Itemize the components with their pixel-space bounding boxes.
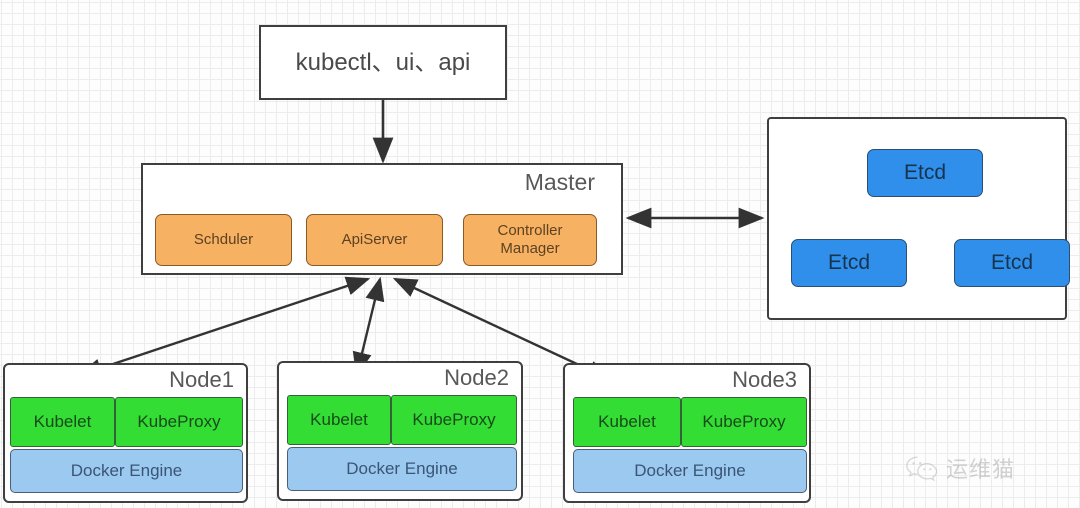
master-component-apiserver[interactable]: ApiServer <box>306 214 443 266</box>
client-tools-box[interactable]: kubectl、ui、api <box>259 25 507 100</box>
node1-kubelet[interactable]: Kubelet <box>10 397 115 447</box>
node3-kubeproxy-label: KubeProxy <box>702 412 786 431</box>
etcd-node-top[interactable]: Etcd <box>867 149 983 197</box>
watermark-text: 运维猫 <box>946 457 1016 482</box>
diagram-canvas: kubectl、ui、api Master Schduler ApiServer… <box>0 0 1080 508</box>
etcd-left-label: Etcd <box>827 250 871 274</box>
node1-docker-label: Docker Engine <box>70 461 183 480</box>
node2-kubeproxy-label: KubeProxy <box>412 410 496 429</box>
node2-docker-engine[interactable]: Docker Engine <box>287 447 517 491</box>
node3-kubeproxy[interactable]: KubeProxy <box>681 397 807 447</box>
node3-title: Node3 <box>732 367 797 392</box>
controller-manager-line2: Manager <box>500 240 560 257</box>
worker-node-3-box[interactable]: Node3 Kubelet KubeProxy Docker Engine <box>563 363 811 503</box>
node3-docker-label: Docker Engine <box>634 461 746 480</box>
node3-kubelet-label: Kubelet <box>598 412 656 431</box>
node2-kubelet[interactable]: Kubelet <box>287 395 391 445</box>
worker-node-2-box[interactable]: Node2 Kubelet KubeProxy Docker Engine <box>277 361 523 501</box>
node3-kubelet[interactable]: Kubelet <box>573 397 681 447</box>
node3-docker-engine[interactable]: Docker Engine <box>573 449 807 493</box>
etcd-node-left[interactable]: Etcd <box>791 239 907 287</box>
client-tools-label: kubectl、ui、api <box>295 48 471 76</box>
node2-title: Node2 <box>444 365 509 390</box>
controller-manager-label: Controller Manager <box>497 222 562 258</box>
scheduler-label: Schduler <box>193 231 254 248</box>
node2-kubeproxy[interactable]: KubeProxy <box>391 395 517 445</box>
master-component-scheduler[interactable]: Schduler <box>155 214 292 266</box>
master-node-box[interactable]: Master Schduler ApiServer Controller Man… <box>141 163 623 275</box>
master-title: Master <box>524 169 595 195</box>
etcd-node-right[interactable]: Etcd <box>954 239 1070 287</box>
apiserver-label: ApiServer <box>341 231 408 248</box>
master-component-controller-manager[interactable]: Controller Manager <box>463 214 597 266</box>
watermark: 运维猫 <box>905 452 1015 484</box>
worker-node-1-box[interactable]: Node1 Kubelet KubeProxy Docker Engine <box>3 363 248 503</box>
etcd-right-label: Etcd <box>990 250 1034 274</box>
node1-kubelet-label: Kubelet <box>33 412 92 431</box>
node1-title: Node1 <box>169 367 234 392</box>
node1-kubeproxy[interactable]: KubeProxy <box>115 397 243 447</box>
node2-docker-label: Docker Engine <box>346 459 458 478</box>
etcd-top-label: Etcd <box>903 160 947 184</box>
node1-docker-engine[interactable]: Docker Engine <box>10 449 243 493</box>
wechat-icon <box>906 456 938 481</box>
connector-master-to-node2 <box>352 276 385 377</box>
node2-kubelet-label: Kubelet <box>310 410 368 429</box>
etcd-cluster-box[interactable]: Etcd Etcd Etcd <box>767 117 1070 320</box>
controller-manager-line1: Controller <box>497 222 563 239</box>
node1-kubeproxy-label: KubeProxy <box>137 412 221 431</box>
